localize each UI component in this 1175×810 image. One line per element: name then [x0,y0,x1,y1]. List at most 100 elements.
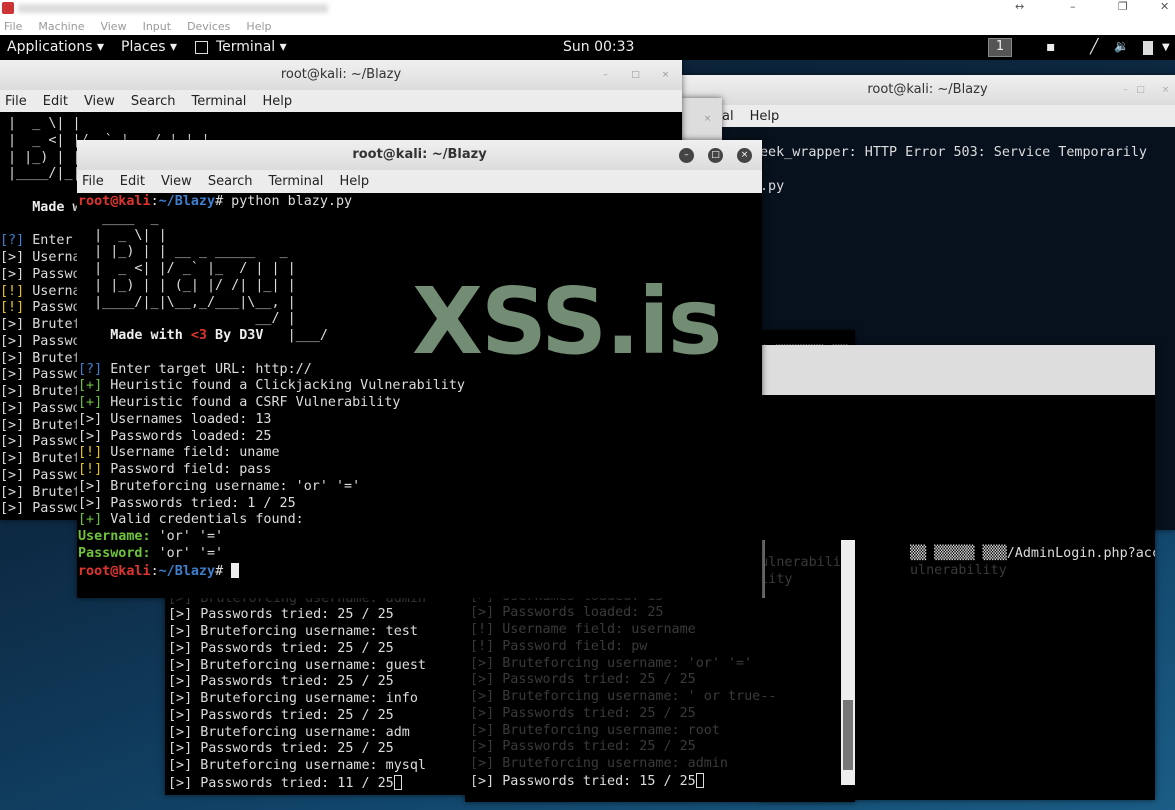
line-segment: [!] Password field: pw [470,638,648,654]
menu-search[interactable]: Search [131,94,176,109]
maximize-button[interactable]: □ [708,148,723,163]
line-segment: [>] Passwords tried: 11 / 25 [168,775,394,791]
line-segment: [>] Passwords tried: 1 / 25 [78,495,296,511]
menu-machine[interactable]: Machine [38,20,84,33]
scrollbar-thumb[interactable] [843,700,853,770]
line-segment: [+] [78,512,103,528]
terminal-line: root@kali:~/Blazy# python blazy.py [78,194,465,211]
menu-terminal[interactable]: Terminal [268,174,323,189]
close-button[interactable]: × [1158,83,1173,98]
line-segment: [>] Passwords tried: 25 / 25 [168,707,394,723]
terminal-line: eek_wrapper: HTTP Error 503: Service Tem… [760,145,1147,162]
terminal-line: [>] Passwords loaded: 25 [78,429,465,446]
terminal-line: ulnerability [910,563,1155,580]
menu-file[interactable]: File [82,174,104,189]
maximize-button[interactable]: □ [628,68,643,83]
terminal-line: [+] Valid credentials found: [78,512,465,529]
terminal-line: [>] Bruteforcing username: guest [168,658,426,675]
line-segment: [?] [0,233,25,249]
line-segment: | _ <| |/ _` |_ / | | | [78,261,296,276]
line-segment: | _ \| | [0,116,81,131]
camera-icon[interactable]: ▪ [1046,39,1056,55]
menu-help[interactable]: Help [262,94,292,109]
maximize-button[interactable]: □ [1133,83,1148,98]
pen-icon[interactable]: ╱ [1090,39,1098,55]
line-segment: [>] Passwords loaded: 25 [78,428,272,444]
line-segment: [!] [0,300,25,316]
window-menubar: File Edit View Search Terminal Help [77,170,762,193]
applications-menu[interactable]: Applications ▾ [7,39,104,55]
line-segment: [>] Bruteforcing username: root [470,722,720,738]
restore-button[interactable]: ❐ [1118,0,1128,13]
volume-icon[interactable]: 🔉 [1114,39,1129,53]
terminal-line: [>] Bruteforcing username: info [168,691,426,708]
menu-terminal[interactable]: al [722,109,734,124]
menu-file[interactable]: File [4,20,22,33]
menu-view[interactable]: View [84,94,115,109]
line-segment: |___/ [263,328,328,343]
line-segment: # python blazy.py [215,194,353,209]
close-button[interactable]: ✕ [1160,0,1169,13]
line-segment: [>] Bruteforcing username: ' or true-- [470,689,777,704]
line-segment: [>] Bruteforcing username: admin [470,756,728,771]
terminal-app-menu[interactable]: Terminal ▾ [216,39,287,55]
terminal-line: ____ _ [78,211,465,228]
terminal-line: | _ \| | [0,116,564,133]
menu-terminal[interactable]: Terminal [191,94,246,109]
minimize-button[interactable]: – [598,68,613,83]
line-segment: ~/Blazy [158,194,216,209]
line-segment: [!] [78,445,103,461]
resize-icon[interactable]: ↔ [1015,0,1024,13]
menu-input[interactable]: Input [143,20,171,33]
small-window-fragment: × [680,98,722,143]
terminal-line: [>] Passwords tried: 25 / 25 [168,607,426,624]
minimize-button[interactable]: – [679,148,694,163]
battery-icon[interactable] [1143,41,1153,55]
terminal-line: [>] Bruteforcing username: ' or true-- [470,689,855,706]
close-button[interactable]: × [658,68,673,83]
line-segment: __/ | [78,311,296,327]
cursor [393,774,402,790]
menu-help[interactable]: Help [339,174,369,189]
menu-view[interactable]: View [161,174,192,189]
terminal-line: .py [760,179,1147,196]
line-segment: Valid credentials found: [102,512,304,528]
terminal-output[interactable]: root@kali:~/Blazy# python blazy.py ____ … [78,194,465,580]
close-button[interactable]: × [737,148,752,163]
line-segment: <3 [190,328,207,343]
menu-file[interactable]: File [5,94,27,109]
close-button[interactable]: × [700,112,715,127]
line-segment: [+] [78,378,103,394]
menu-help[interactable]: Help [750,109,780,124]
window-titlebar: root@kali: ~/Blazy – □ × [77,140,762,170]
terminal-line: [>] Bruteforcing username: 'or' '=' [78,479,465,496]
line-segment: [!] Username field: username [470,622,696,637]
places-menu[interactable]: Places ▾ [121,39,177,55]
terminal-line: [>] Passwords tried: 1 / 25 [78,496,465,513]
line-segment: [>] Passwords tried: 25 / 25 [470,672,696,688]
menu-search[interactable]: Search [208,174,253,189]
line-segment: ~/Blazy [158,563,216,579]
cursor [695,772,704,788]
menu-devices[interactable]: Devices [187,20,230,33]
terminal-line: [!] Username field: username [470,622,855,639]
scrollbar[interactable] [841,540,855,785]
line-segment: [>] Passwords tried: 15 / 25 [470,773,696,789]
menu-edit[interactable]: Edit [120,174,145,189]
workspace-indicator[interactable]: 1 [988,38,1012,57]
minimize-button[interactable]: – [1070,0,1076,13]
menu-help[interactable]: Help [246,20,271,33]
clock[interactable]: Sun 00:33 [563,39,634,55]
chevron-down-icon[interactable]: ▼ [1162,42,1170,53]
menu-view[interactable]: View [100,20,126,33]
line-segment: Password field: pass [102,462,272,477]
line-segment: By D3V [207,328,264,343]
terminal-line: | |_) | | __ _ _____ _ [78,244,465,261]
terminal-line: [>] Passwords tried: 25 / 25 [168,741,426,758]
terminal-line: Password: 'or' '=' [78,546,465,563]
menu-edit[interactable]: Edit [43,94,68,109]
line-segment: ▒▒ ▒▒▒▒▒ ▒▒▒/AdminLogin.php?accesscheck= [910,546,1155,561]
terminal-icon [195,41,208,54]
minimize-button[interactable]: – [1118,83,1133,98]
terminal-line: Made with <3 By D3V |___/ [78,328,465,345]
